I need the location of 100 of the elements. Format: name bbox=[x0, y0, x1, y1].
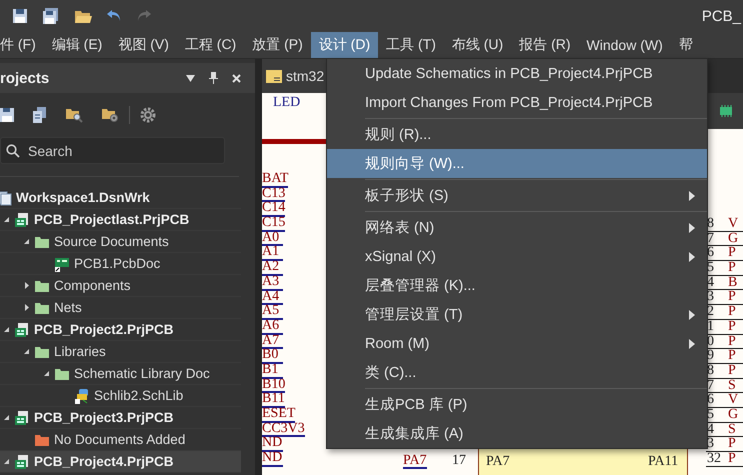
collapsed-arrow-icon[interactable] bbox=[23, 282, 30, 289]
menu-item[interactable]: 规则向导 (W)... bbox=[327, 149, 707, 178]
menu-item[interactable]: 规则 (R)... bbox=[327, 120, 707, 149]
pin-number: 32 bbox=[706, 452, 722, 466]
settings-icon[interactable] bbox=[140, 107, 156, 123]
net-label: CC3V3 bbox=[262, 422, 305, 438]
menu-item[interactable]: 布线 (U) bbox=[444, 32, 512, 58]
tree-item[interactable]: PCB_Project3.PrjPCB bbox=[0, 407, 241, 429]
net-label: P bbox=[728, 261, 736, 275]
net-label: S bbox=[728, 378, 736, 392]
expanded-arrow-icon[interactable] bbox=[3, 326, 10, 333]
menu-item[interactable]: 层叠管理器 (K)... bbox=[327, 271, 707, 300]
net-label: C14 bbox=[262, 202, 286, 218]
net-label: P bbox=[728, 320, 736, 334]
tree-item[interactable]: Schlib2.SchLib bbox=[0, 385, 241, 407]
undo-icon[interactable] bbox=[106, 9, 122, 23]
save-all-icon[interactable] bbox=[42, 8, 60, 24]
net-label: P bbox=[728, 246, 736, 260]
net-label: P bbox=[728, 334, 736, 348]
folder-search-icon[interactable] bbox=[65, 107, 83, 123]
net-label: A7 bbox=[262, 334, 283, 350]
expanded-arrow-icon[interactable] bbox=[43, 370, 50, 377]
schematic-library-icon bbox=[74, 388, 90, 404]
tree-item[interactable]: PCB1.PcbDoc bbox=[0, 253, 241, 275]
menu-item[interactable]: 工程 (C) bbox=[176, 32, 244, 58]
menu-item[interactable]: 工具 (T) bbox=[378, 32, 444, 58]
menu-item[interactable]: 生成集成库 (A) bbox=[327, 419, 707, 448]
folder-settings-icon[interactable] bbox=[101, 107, 119, 123]
menu-item[interactable]: 视图 (V) bbox=[110, 32, 177, 58]
net-label: V bbox=[728, 217, 738, 231]
pin-number: 8 bbox=[706, 364, 715, 378]
menu-item[interactable]: 生成PCB 库 (P) bbox=[327, 390, 707, 419]
menu-item[interactable]: Room (M) bbox=[327, 329, 707, 358]
expanded-arrow-icon[interactable] bbox=[3, 458, 10, 465]
tree-item[interactable]: PCB_Project4.PrjPCB bbox=[0, 451, 241, 473]
tree-item[interactable]: Source Documents bbox=[0, 231, 241, 253]
tree-item[interactable]: Components bbox=[0, 275, 241, 297]
menu-item[interactable]: 网络表 (N) bbox=[327, 213, 707, 242]
pin-number: 17 bbox=[452, 455, 466, 467]
pin-icon[interactable] bbox=[209, 72, 218, 84]
menu-item[interactable]: 放置 (P) bbox=[244, 32, 311, 58]
tree-item[interactable]: Nets bbox=[0, 297, 241, 319]
net-label: G bbox=[728, 232, 738, 246]
net-label: A2 bbox=[262, 261, 283, 276]
collapsed-arrow-icon[interactable] bbox=[23, 304, 30, 311]
net-label: B bbox=[728, 276, 738, 290]
net-label: P bbox=[728, 349, 736, 363]
folder-icon bbox=[34, 278, 50, 292]
tree-item[interactable]: Workspace1.DsnWrk bbox=[0, 187, 241, 209]
net-label: C15 bbox=[262, 217, 286, 232]
search-icon bbox=[6, 144, 20, 158]
net-label: P bbox=[728, 290, 736, 304]
net-label: G bbox=[728, 408, 738, 422]
pcb-document-icon bbox=[54, 256, 70, 272]
net-label: ESET bbox=[262, 408, 296, 423]
net-label: P bbox=[728, 452, 736, 466]
menu-item[interactable]: 报告 (R) bbox=[511, 32, 579, 58]
menu-item[interactable]: Window (W) bbox=[578, 32, 671, 58]
menu-item[interactable]: xSignal (X) bbox=[327, 242, 707, 271]
pin-number: 5 bbox=[706, 261, 715, 275]
expanded-arrow-icon[interactable] bbox=[23, 238, 30, 245]
net-label: BAT bbox=[262, 173, 288, 188]
net-label: A1 bbox=[262, 246, 283, 262]
menu-item[interactable]: 编辑 (E) bbox=[44, 32, 110, 58]
net-label: A3 bbox=[262, 276, 283, 290]
menu-item[interactable]: 帮 bbox=[670, 32, 701, 58]
pin-name: PA11 bbox=[648, 456, 678, 468]
expanded-arrow-icon[interactable] bbox=[3, 414, 10, 421]
menu-item[interactable]: Import Changes From PCB_Project4.PrjPCB bbox=[327, 88, 707, 117]
menu-item[interactable]: 板子形状 (S) bbox=[327, 181, 707, 210]
folder-icon bbox=[54, 366, 70, 380]
tree-item[interactable]: Libraries bbox=[0, 341, 241, 363]
chip-icon[interactable] bbox=[718, 105, 734, 117]
tree-item[interactable]: PCB_Project2.PrjPCB bbox=[0, 319, 241, 341]
save-icon[interactable] bbox=[0, 108, 14, 122]
search-field[interactable]: Search bbox=[0, 137, 225, 164]
project-icon bbox=[14, 322, 30, 338]
menu-item[interactable]: 管理层设置 (T) bbox=[327, 300, 707, 329]
net-label: P bbox=[728, 437, 736, 451]
net-label: P bbox=[728, 305, 736, 319]
net-label: B11 bbox=[262, 393, 285, 408]
menu-item[interactable]: 件 (F) bbox=[0, 32, 44, 58]
copy-icon[interactable] bbox=[32, 107, 47, 123]
net-label: A5 bbox=[262, 305, 283, 320]
menu-item[interactable]: 类 (C)... bbox=[327, 358, 707, 387]
tree-item[interactable]: PCB_Projectlast.PrjPCB bbox=[0, 209, 241, 231]
pin-number: 5 bbox=[706, 408, 715, 422]
document-tab[interactable]: stm32 bbox=[262, 59, 328, 93]
dropdown-icon[interactable] bbox=[186, 74, 195, 82]
expanded-arrow-icon[interactable] bbox=[3, 216, 10, 223]
pin-number: 3 bbox=[706, 290, 715, 304]
tree-item[interactable]: Schematic Library Doc bbox=[0, 363, 241, 385]
open-folder-icon[interactable] bbox=[74, 8, 92, 24]
save-icon[interactable] bbox=[12, 8, 28, 24]
close-icon[interactable] bbox=[232, 74, 241, 82]
menu-item[interactable]: Update Schematics in PCB_Project4.PrjPCB bbox=[327, 59, 707, 88]
pin-number: 7 bbox=[706, 232, 715, 246]
expanded-arrow-icon[interactable] bbox=[23, 348, 30, 355]
menu-item[interactable]: 设计 (D) bbox=[310, 32, 378, 58]
project-icon bbox=[14, 454, 30, 470]
